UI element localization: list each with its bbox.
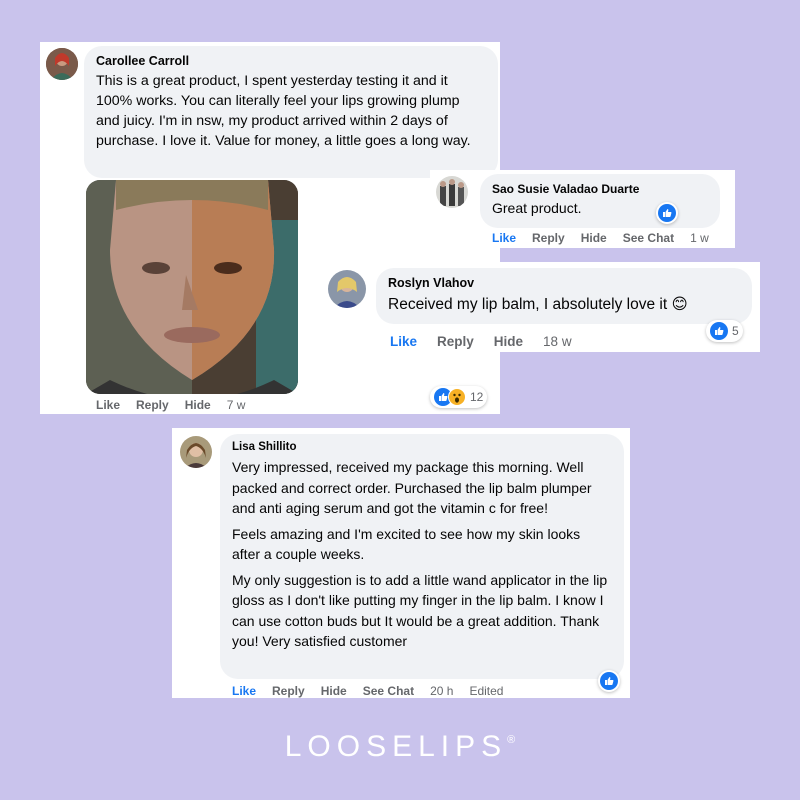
comment-text: Received my lip balm, I absolutely love … xyxy=(388,295,740,314)
brand-name: LOOSELIPS xyxy=(284,730,508,763)
reply-button[interactable]: Reply xyxy=(437,334,474,349)
comment-actions: Like Reply Hide 7 w xyxy=(96,398,245,412)
reaction-summary[interactable] xyxy=(598,670,620,692)
avatar[interactable] xyxy=(180,436,212,468)
avatar[interactable] xyxy=(328,270,366,308)
comment-paragraph: My only suggestion is to add a little wa… xyxy=(232,571,608,650)
reaction-summary[interactable]: 5 xyxy=(706,320,743,342)
comment-paragraph: Feels amazing and I'm excited to see how… xyxy=(232,525,581,563)
comment-author[interactable]: Lisa Shillito xyxy=(232,441,612,453)
hide-button[interactable]: Hide xyxy=(581,231,607,245)
hide-button[interactable]: Hide xyxy=(494,334,523,349)
avatar[interactable] xyxy=(46,48,78,80)
comment-card-roslyn: Roslyn Vlahov Received my lip balm, I ab… xyxy=(320,262,760,352)
see-chat-button[interactable]: See Chat xyxy=(623,231,674,245)
comment-author[interactable]: Carollee Carroll xyxy=(96,54,486,68)
registered-mark: ® xyxy=(507,734,516,746)
hide-button[interactable]: Hide xyxy=(321,684,347,698)
comment-actions: Like Reply Hide See Chat 20 h Edited xyxy=(232,684,503,698)
like-icon xyxy=(658,204,676,222)
comment-card-lisa: Lisa Shillito Very impressed, received m… xyxy=(172,428,630,698)
like-button[interactable]: Like xyxy=(96,398,120,412)
hide-button[interactable]: Hide xyxy=(185,398,211,412)
comment-bubble: Carollee Carroll This is a great product… xyxy=(84,46,498,178)
comment-timestamp[interactable]: 1 w xyxy=(690,231,709,245)
reply-button[interactable]: Reply xyxy=(532,231,565,245)
like-button[interactable]: Like xyxy=(390,334,417,349)
brand-logo: LOOSELIPS® xyxy=(0,730,800,764)
comment-bubble: Sao Susie Valadao Duarte Great product. xyxy=(480,174,720,228)
comment-text: This is a great product, I spent yesterd… xyxy=(96,73,471,149)
comment-card-sao-susie: Sao Susie Valadao Duarte Great product. … xyxy=(430,170,735,248)
comment-text-body: Received my lip balm, I absolutely love … xyxy=(388,296,668,313)
comment-timestamp[interactable]: 18 w xyxy=(543,334,572,349)
comment-author[interactable]: Roslyn Vlahov xyxy=(388,276,740,290)
comment-actions: Like Reply Hide See Chat 1 w xyxy=(492,231,709,245)
avatar[interactable] xyxy=(436,176,468,208)
like-icon xyxy=(710,322,728,340)
like-icon xyxy=(600,672,618,690)
comment-paragraph: Very impressed, received my package this… xyxy=(232,459,592,516)
comment-photo[interactable] xyxy=(86,180,298,394)
wow-icon xyxy=(448,388,466,406)
edited-label[interactable]: Edited xyxy=(469,684,503,698)
reply-button[interactable]: Reply xyxy=(272,684,305,698)
comment-author[interactable]: Sao Susie Valadao Duarte xyxy=(492,182,708,196)
reaction-count: 5 xyxy=(732,324,739,338)
comment-bubble: Lisa Shillito Very impressed, received m… xyxy=(220,434,624,679)
smile-emoji: 😊 xyxy=(671,296,688,313)
comment-timestamp[interactable]: 7 w xyxy=(227,398,246,412)
like-button[interactable]: Like xyxy=(492,231,516,245)
reply-button[interactable]: Reply xyxy=(136,398,169,412)
comment-timestamp[interactable]: 20 h xyxy=(430,684,453,698)
comment-bubble: Roslyn Vlahov Received my lip balm, I ab… xyxy=(376,268,752,324)
comment-actions: Like Reply Hide 18 w xyxy=(390,334,572,349)
reaction-summary[interactable] xyxy=(656,202,678,224)
see-chat-button[interactable]: See Chat xyxy=(363,684,414,698)
reaction-count: 12 xyxy=(470,390,484,404)
like-button[interactable]: Like xyxy=(232,684,256,698)
reaction-summary[interactable]: 12 xyxy=(430,386,488,408)
